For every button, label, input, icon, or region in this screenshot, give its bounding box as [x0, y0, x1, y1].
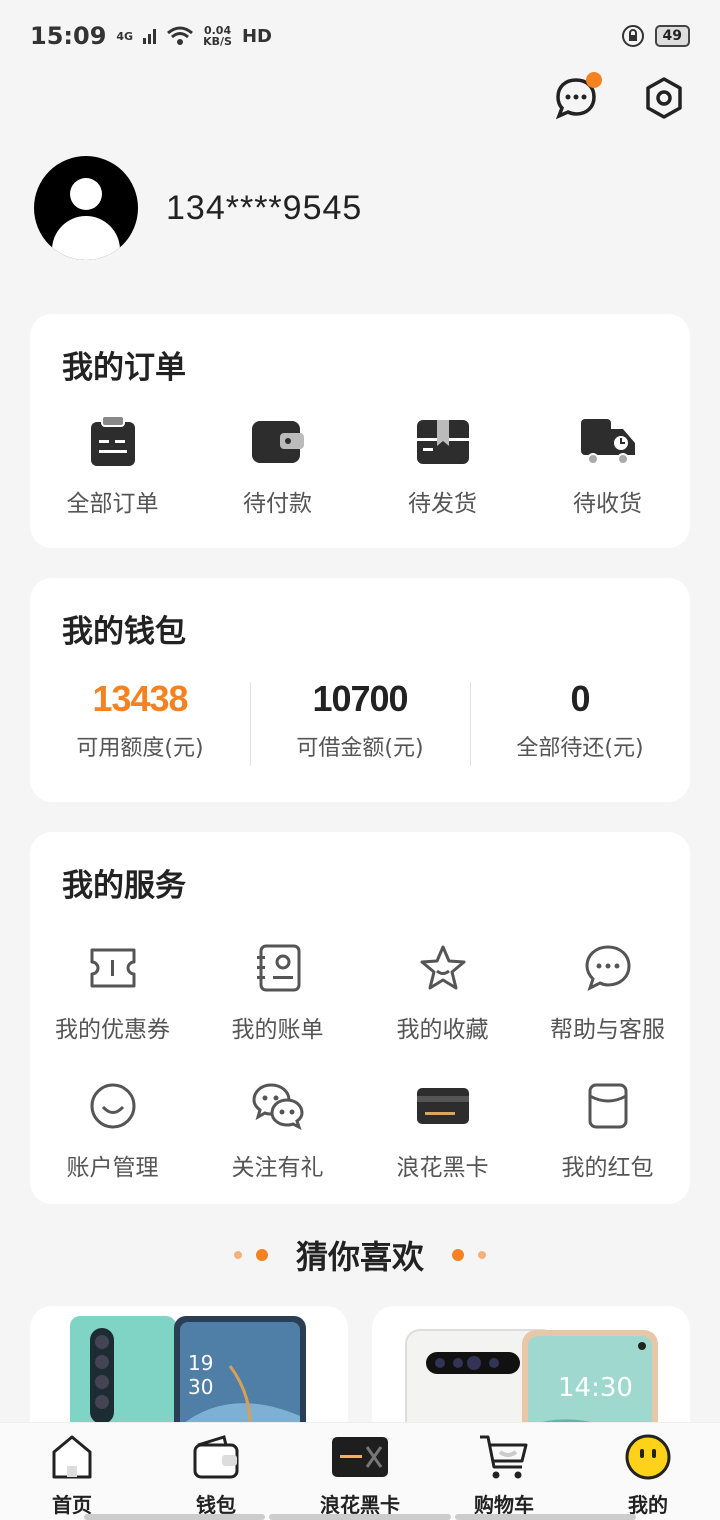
tab-black-card[interactable]: 浪花黑卡	[288, 1423, 432, 1520]
hd-indicator: HD	[241, 25, 272, 47]
wallet-tab-icon	[193, 1435, 239, 1479]
chat-icon	[584, 945, 631, 991]
settings-icon	[646, 77, 682, 119]
borrowable-amount[interactable]: 10700 可借金额(元)	[250, 678, 470, 766]
tab-cart[interactable]: 购物车	[432, 1423, 576, 1520]
tab-mine[interactable]: 我的	[576, 1423, 720, 1520]
order-pending-receipt-label: 待收货	[573, 491, 642, 517]
service-account-label: 账户管理	[66, 1155, 159, 1181]
status-time: 15:09	[30, 22, 107, 50]
wechat-icon	[251, 1083, 304, 1130]
tab-home[interactable]: 首页	[0, 1423, 144, 1520]
decor-dot	[452, 1249, 464, 1261]
service-favorites-label: 我的收藏	[396, 1017, 489, 1043]
wallet-card: 我的钱包 13438 可用额度(元) 10700 可借金额(元) 0 全部待还(…	[30, 578, 690, 802]
messages-button[interactable]	[554, 72, 602, 120]
bill-icon	[256, 944, 300, 992]
service-follow-gift-label: 关注有礼	[231, 1155, 324, 1181]
order-pending-payment-button[interactable]: 待付款	[195, 414, 360, 518]
network-type: 4G	[116, 29, 134, 43]
profile-header[interactable]: 134****9545	[34, 156, 362, 260]
service-coupons-label: 我的优惠券	[55, 1017, 170, 1043]
gesture-bar	[84, 1514, 636, 1520]
order-all-label: 全部订单	[66, 491, 159, 517]
service-favorites[interactable]: 我的收藏	[360, 940, 525, 1044]
box-icon	[416, 420, 469, 464]
service-help[interactable]: 帮助与客服	[525, 940, 690, 1044]
home-icon	[52, 1435, 92, 1479]
total-due-label: 全部待还(元)	[516, 736, 644, 761]
borrowable-amount-value: 10700	[312, 678, 408, 719]
smile-icon	[90, 1083, 135, 1129]
service-follow-gift[interactable]: 关注有礼	[195, 1078, 360, 1182]
wallet-title: 我的钱包	[62, 614, 186, 650]
notification-dot	[586, 72, 602, 88]
svg-text:30: 30	[188, 1375, 213, 1399]
available-credit-label: 可用额度(元)	[76, 736, 204, 761]
recommend-header: 猜你喜欢	[0, 1232, 720, 1278]
orders-card: 我的订单 全部订单 待付款 待发货 待收货	[30, 314, 690, 548]
service-coupons[interactable]: 我的优惠券	[30, 940, 195, 1044]
order-pending-payment-label: 待付款	[243, 491, 312, 517]
total-due-value: 0	[570, 678, 590, 719]
net-speed-unit: KB/S	[203, 35, 232, 48]
star-icon	[420, 945, 465, 990]
wallet-icon	[251, 421, 304, 463]
svg-text:19: 19	[188, 1351, 213, 1375]
total-due[interactable]: 0 全部待还(元)	[470, 678, 690, 766]
clipboard-icon	[90, 416, 135, 466]
available-credit-value: 13438	[92, 678, 188, 719]
svg-text:14:30: 14:30	[558, 1373, 633, 1403]
borrowable-amount-label: 可借金额(元)	[296, 736, 424, 761]
services-title: 我的服务	[62, 868, 186, 904]
signal-icon	[143, 29, 157, 44]
recommend-title: 猜你喜欢	[295, 1238, 424, 1276]
orders-title: 我的订单	[62, 350, 186, 386]
decor-dot	[478, 1251, 486, 1259]
service-black-card[interactable]: 浪花黑卡	[360, 1078, 525, 1182]
available-credit[interactable]: 13438 可用额度(元)	[30, 678, 250, 762]
order-pending-shipment-label: 待发货	[408, 491, 477, 517]
status-bar: 15:09 4G 0.04 KB/S HD 49	[0, 0, 720, 72]
black-card-tab-icon	[332, 1437, 388, 1477]
service-account[interactable]: 账户管理	[30, 1078, 195, 1182]
wifi-icon	[167, 26, 194, 45]
service-bills[interactable]: 我的账单	[195, 940, 360, 1044]
order-pending-receipt-button[interactable]: 待收货	[525, 414, 690, 518]
profile-face-icon	[625, 1434, 671, 1480]
rotation-lock-icon	[621, 25, 644, 47]
avatar[interactable]	[34, 156, 138, 260]
cart-icon	[480, 1435, 528, 1479]
net-speed: 0.04 KB/S	[203, 25, 232, 47]
order-all-button[interactable]: 全部订单	[30, 414, 195, 518]
battery-indicator: 49	[654, 25, 690, 47]
service-help-label: 帮助与客服	[550, 1017, 665, 1043]
service-bills-label: 我的账单	[231, 1017, 324, 1043]
order-pending-shipment-button[interactable]: 待发货	[360, 414, 525, 518]
truck-icon	[580, 419, 635, 465]
service-black-card-label: 浪花黑卡	[396, 1155, 489, 1181]
tab-wallet[interactable]: 钱包	[144, 1423, 288, 1520]
red-packet-icon	[588, 1083, 627, 1129]
service-red-packet[interactable]: 我的红包	[525, 1078, 690, 1182]
services-card: 我的服务 我的优惠券 我的账单 我的收藏 帮助与客服 账户管理 关注有礼 浪花黑…	[30, 832, 690, 1204]
coupon-icon	[90, 948, 135, 988]
settings-button[interactable]	[642, 72, 690, 120]
phone-number: 134****9545	[166, 188, 363, 227]
service-red-packet-label: 我的红包	[561, 1155, 654, 1181]
decor-dot	[233, 1251, 242, 1259]
decor-dot	[255, 1249, 268, 1261]
bottom-tab-bar: 首页 钱包 浪花黑卡 购物车 我的	[0, 1422, 720, 1520]
black-card-icon	[416, 1088, 469, 1124]
